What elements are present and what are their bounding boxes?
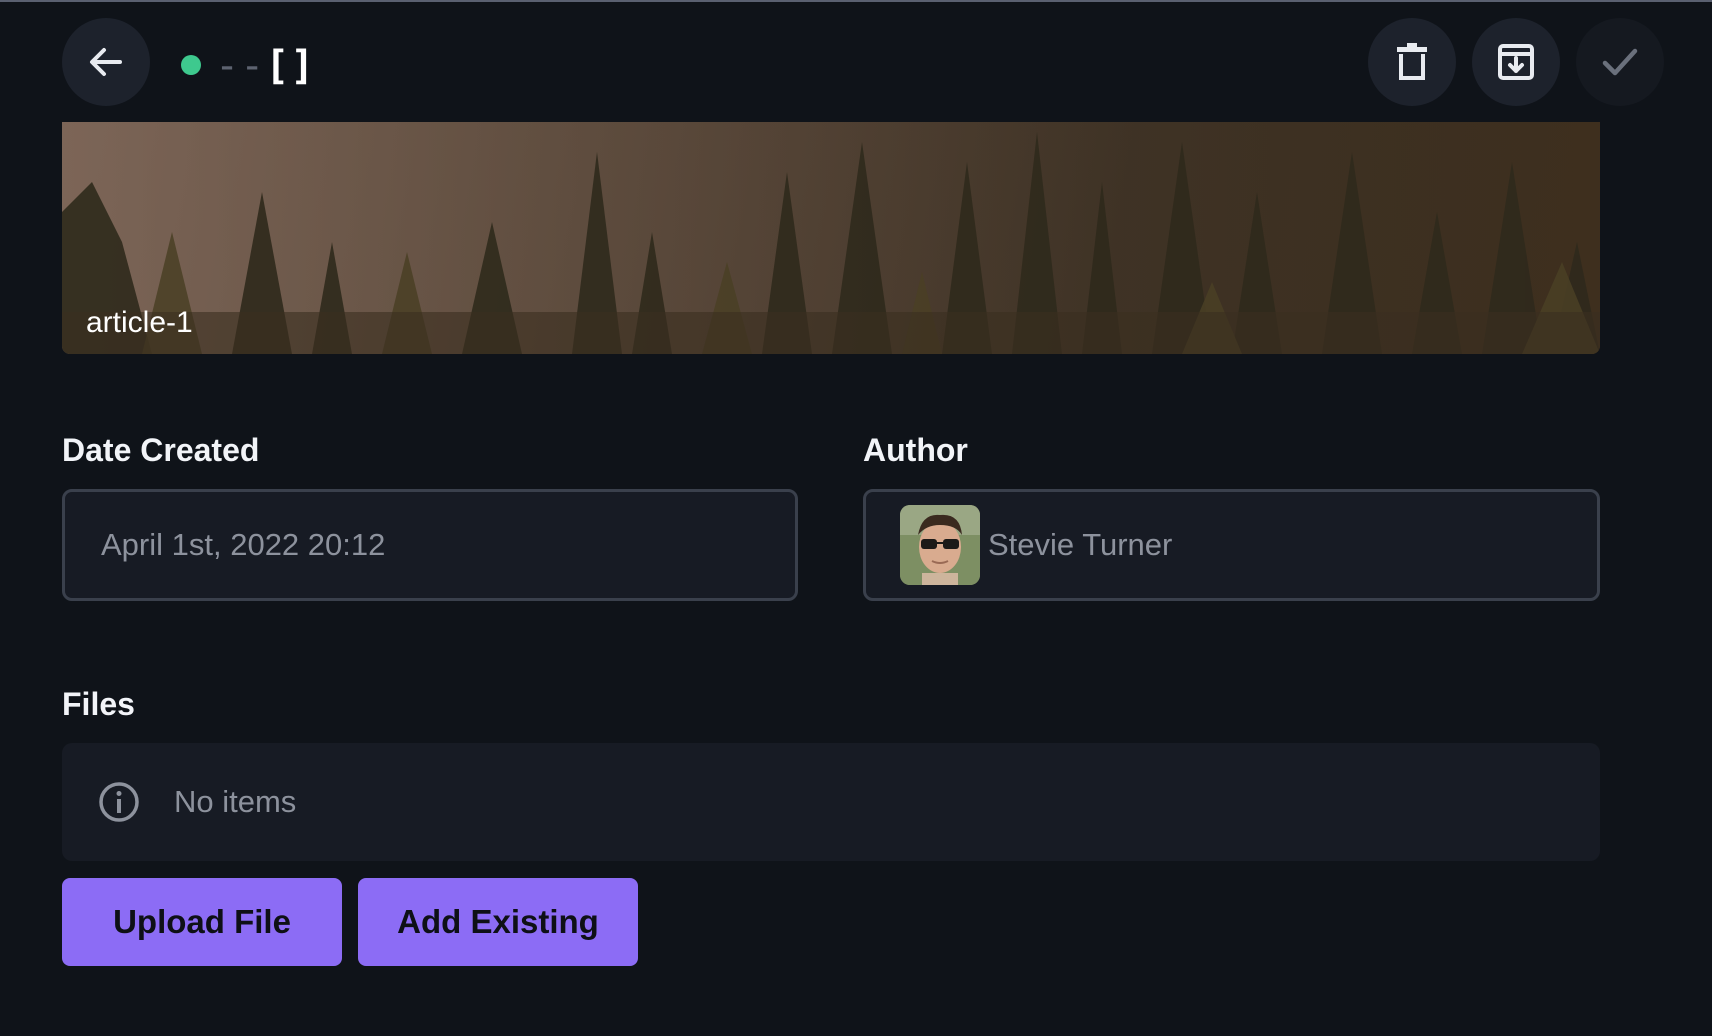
archive-icon — [1496, 42, 1536, 82]
author-field[interactable]: Stevie Turner — [863, 489, 1600, 601]
avatar — [900, 505, 980, 585]
check-icon — [1600, 42, 1640, 82]
files-empty-text: No items — [174, 784, 297, 819]
forest-image — [62, 122, 1600, 354]
header-bar: --[] — [0, 2, 1712, 120]
trash-icon — [1394, 42, 1430, 82]
add-existing-button[interactable]: Add Existing — [358, 878, 638, 966]
back-button[interactable] — [62, 18, 150, 106]
save-button[interactable] — [1576, 18, 1664, 106]
banner-label: article-1 — [86, 306, 193, 339]
date-created-field[interactable]: April 1st, 2022 20:12 — [62, 489, 798, 601]
info-icon — [98, 781, 140, 823]
files-label: Files — [62, 686, 135, 722]
files-empty-state: No items — [62, 743, 1600, 861]
cover-image-banner[interactable]: article-1 — [62, 122, 1600, 354]
author-label: Author — [863, 432, 968, 468]
author-value: Stevie Turner — [988, 527, 1173, 562]
page-title: --[] — [215, 43, 316, 89]
arrow-left-icon — [86, 42, 126, 82]
date-created-value: April 1st, 2022 20:12 — [101, 527, 386, 562]
status-indicator — [181, 55, 201, 75]
date-created-label: Date Created — [62, 432, 260, 468]
archive-button[interactable] — [1472, 18, 1560, 106]
upload-file-button[interactable]: Upload File — [62, 878, 342, 966]
delete-button[interactable] — [1368, 18, 1456, 106]
